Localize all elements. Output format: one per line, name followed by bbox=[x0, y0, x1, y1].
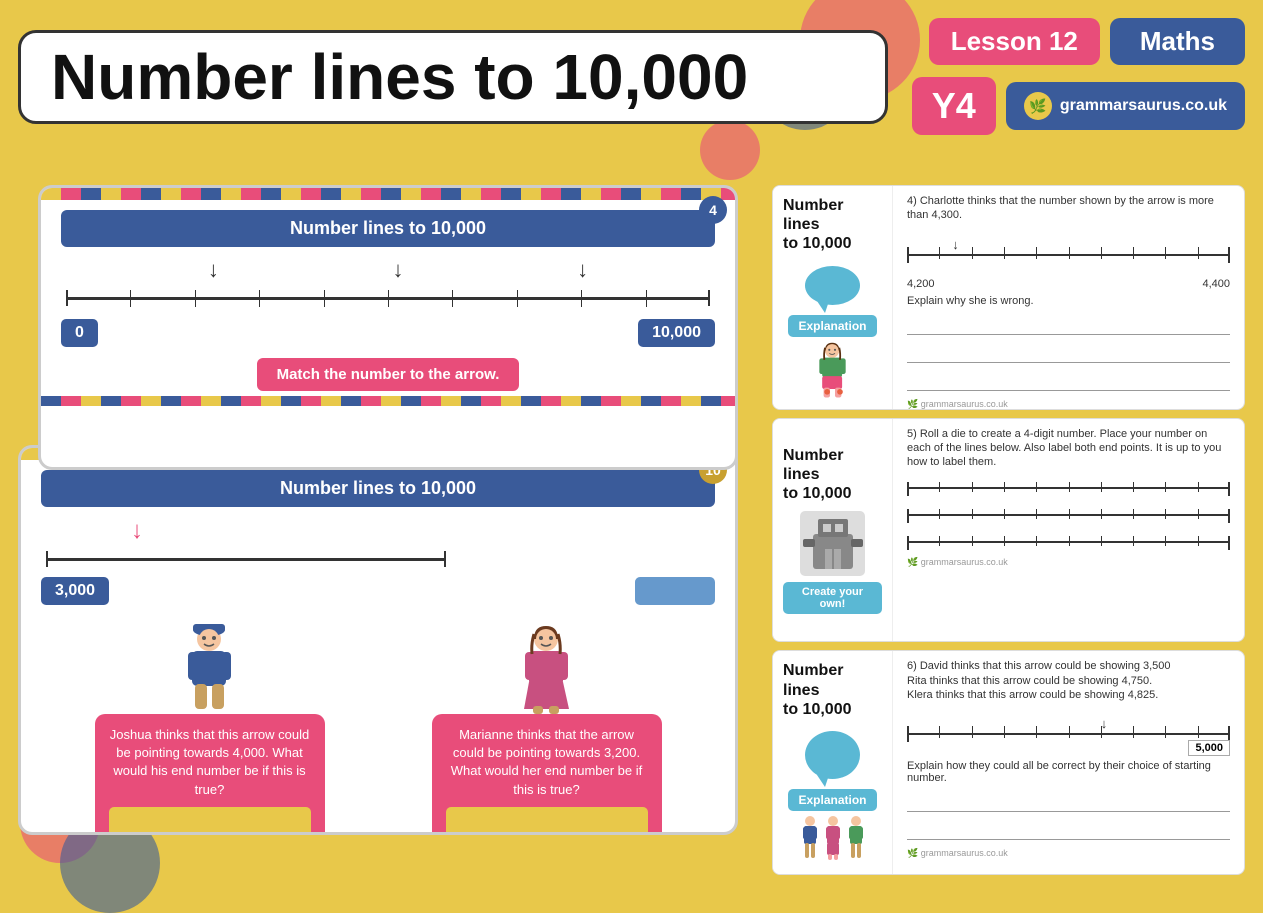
arrow-2: ↓ bbox=[392, 257, 403, 283]
page-title: Number lines to 10,000 bbox=[51, 45, 855, 109]
ws1-start: 4,200 bbox=[907, 278, 935, 290]
slides-area: 4 Number lines to 10,000 ↓ ↓ ↓ bbox=[18, 185, 758, 875]
ws1-right: 4) Charlotte thinks that the number show… bbox=[893, 186, 1244, 409]
figure-1 bbox=[800, 815, 820, 860]
slide-1-number: 4 bbox=[699, 196, 727, 224]
ws1-explain: Explain why she is wrong. bbox=[907, 295, 1230, 307]
worksheets-area: Number linesto 10,000 Explanation bbox=[772, 185, 1245, 875]
title-box: Number lines to 10,000 bbox=[18, 30, 888, 124]
header-bottom-row: Y4 🌿 grammarsaurus.co.uk bbox=[912, 77, 1245, 135]
ws2-badge: Create your own! bbox=[783, 582, 882, 614]
ws3-line-2 bbox=[907, 820, 1230, 840]
worksheet-2: Number linesto 10,000 bbox=[772, 418, 1245, 643]
match-button[interactable]: Match the number to the arrow. bbox=[257, 358, 520, 391]
figure-2 bbox=[823, 815, 843, 860]
worksheet-1: Number linesto 10,000 Explanation bbox=[772, 185, 1245, 410]
header-top-row: Lesson 12 Maths bbox=[929, 18, 1245, 65]
ws1-girl-figure bbox=[810, 342, 855, 399]
slide-1-title: Number lines to 10,000 bbox=[61, 210, 715, 247]
ws3-title: Number linesto 10,000 bbox=[783, 661, 882, 719]
ws3-figures bbox=[800, 815, 866, 860]
joshua-card: Joshua thinks that this arrow could be p… bbox=[95, 714, 325, 835]
slide-2-start: 3,000 bbox=[41, 577, 109, 605]
main-content: 4 Number lines to 10,000 ↓ ↓ ↓ bbox=[18, 185, 1245, 875]
characters-row: Joshua thinks that this arrow could be p… bbox=[21, 614, 735, 835]
joshua-answer bbox=[109, 807, 311, 835]
ws3-explain: Explain how they could all be correct by… bbox=[907, 760, 1230, 784]
ws1-line-2 bbox=[907, 343, 1230, 363]
marianne-card: Marianne thinks that the arrow could be … bbox=[432, 714, 662, 835]
joshua-figure: Joshua thinks that this arrow could be p… bbox=[95, 624, 325, 835]
ws1-title: Number linesto 10,000 bbox=[783, 196, 882, 254]
figure-3 bbox=[846, 815, 866, 860]
slide-2: 10 Number lines to 10,000 ↓ 3,000 bbox=[18, 445, 738, 835]
website-icon: 🌿 bbox=[1024, 92, 1052, 120]
subject-badge: Maths bbox=[1110, 18, 1245, 65]
ws1-left: Number linesto 10,000 Explanation bbox=[773, 186, 893, 409]
boy-figure-svg bbox=[182, 624, 237, 714]
ws3-badge: Explanation bbox=[788, 789, 876, 811]
ws2-title: Number linesto 10,000 bbox=[783, 446, 882, 504]
marianne-figure: Marianne thinks that the arrow could be … bbox=[432, 624, 662, 835]
ws3-footer: 🌿 grammarsaurus.co.uk bbox=[907, 848, 1230, 859]
ws2-question: 5) Roll a die to create a 4-digit number… bbox=[907, 427, 1230, 470]
joshua-text: Joshua thinks that this arrow could be p… bbox=[110, 727, 309, 797]
ws3-end: 5,000 bbox=[1188, 740, 1230, 756]
ws1-line-1 bbox=[907, 315, 1230, 335]
ws1-line-3 bbox=[907, 371, 1230, 391]
arrow-1: ↓ bbox=[208, 257, 219, 283]
ws1-end: 4,400 bbox=[1202, 278, 1230, 290]
ws1-footer: 🌿 grammarsaurus.co.uk bbox=[907, 399, 1230, 410]
ws2-footer: 🌿 grammarsaurus.co.uk bbox=[907, 557, 1230, 568]
ws3-line-1 bbox=[907, 792, 1230, 812]
slide-1-end: 10,000 bbox=[638, 319, 715, 347]
building-svg bbox=[803, 514, 863, 574]
website-label: grammarsaurus.co.uk bbox=[1060, 97, 1227, 115]
header: Number lines to 10,000 Lesson 12 Maths Y… bbox=[18, 18, 1245, 135]
slide-2-end-blank bbox=[635, 577, 715, 605]
slide-1-start: 0 bbox=[61, 319, 98, 347]
marianne-answer bbox=[446, 807, 648, 835]
header-right: Lesson 12 Maths Y4 🌿 grammarsaurus.co.uk bbox=[912, 18, 1245, 135]
ws3-question: 6) David thinks that this arrow could be… bbox=[907, 659, 1230, 702]
ws1-badge: Explanation bbox=[788, 315, 876, 337]
slide-2-title: Number lines to 10,000 bbox=[41, 470, 715, 507]
lesson-badge: Lesson 12 bbox=[929, 18, 1100, 65]
ws3-left: Number linesto 10,000 Explanation bbox=[773, 651, 893, 874]
ws2-right: 5) Roll a die to create a 4-digit number… bbox=[893, 419, 1244, 642]
slide-2-arrow: ↓ bbox=[131, 517, 735, 545]
marianne-text: Marianne thinks that the arrow could be … bbox=[451, 727, 643, 797]
ws2-left: Number linesto 10,000 bbox=[773, 419, 893, 642]
ws3-right: 6) David thinks that this arrow could be… bbox=[893, 651, 1244, 874]
arrow-3: ↓ bbox=[577, 257, 588, 283]
slide-1: 4 Number lines to 10,000 ↓ ↓ ↓ bbox=[38, 185, 738, 470]
website-badge: 🌿 grammarsaurus.co.uk bbox=[1006, 82, 1245, 130]
ws2-image bbox=[800, 511, 865, 576]
ws1-question: 4) Charlotte thinks that the number show… bbox=[907, 194, 1230, 223]
worksheet-3: Number linesto 10,000 Explanation bbox=[772, 650, 1245, 875]
girl-figure-svg bbox=[519, 624, 574, 714]
year-badge: Y4 bbox=[912, 77, 996, 135]
